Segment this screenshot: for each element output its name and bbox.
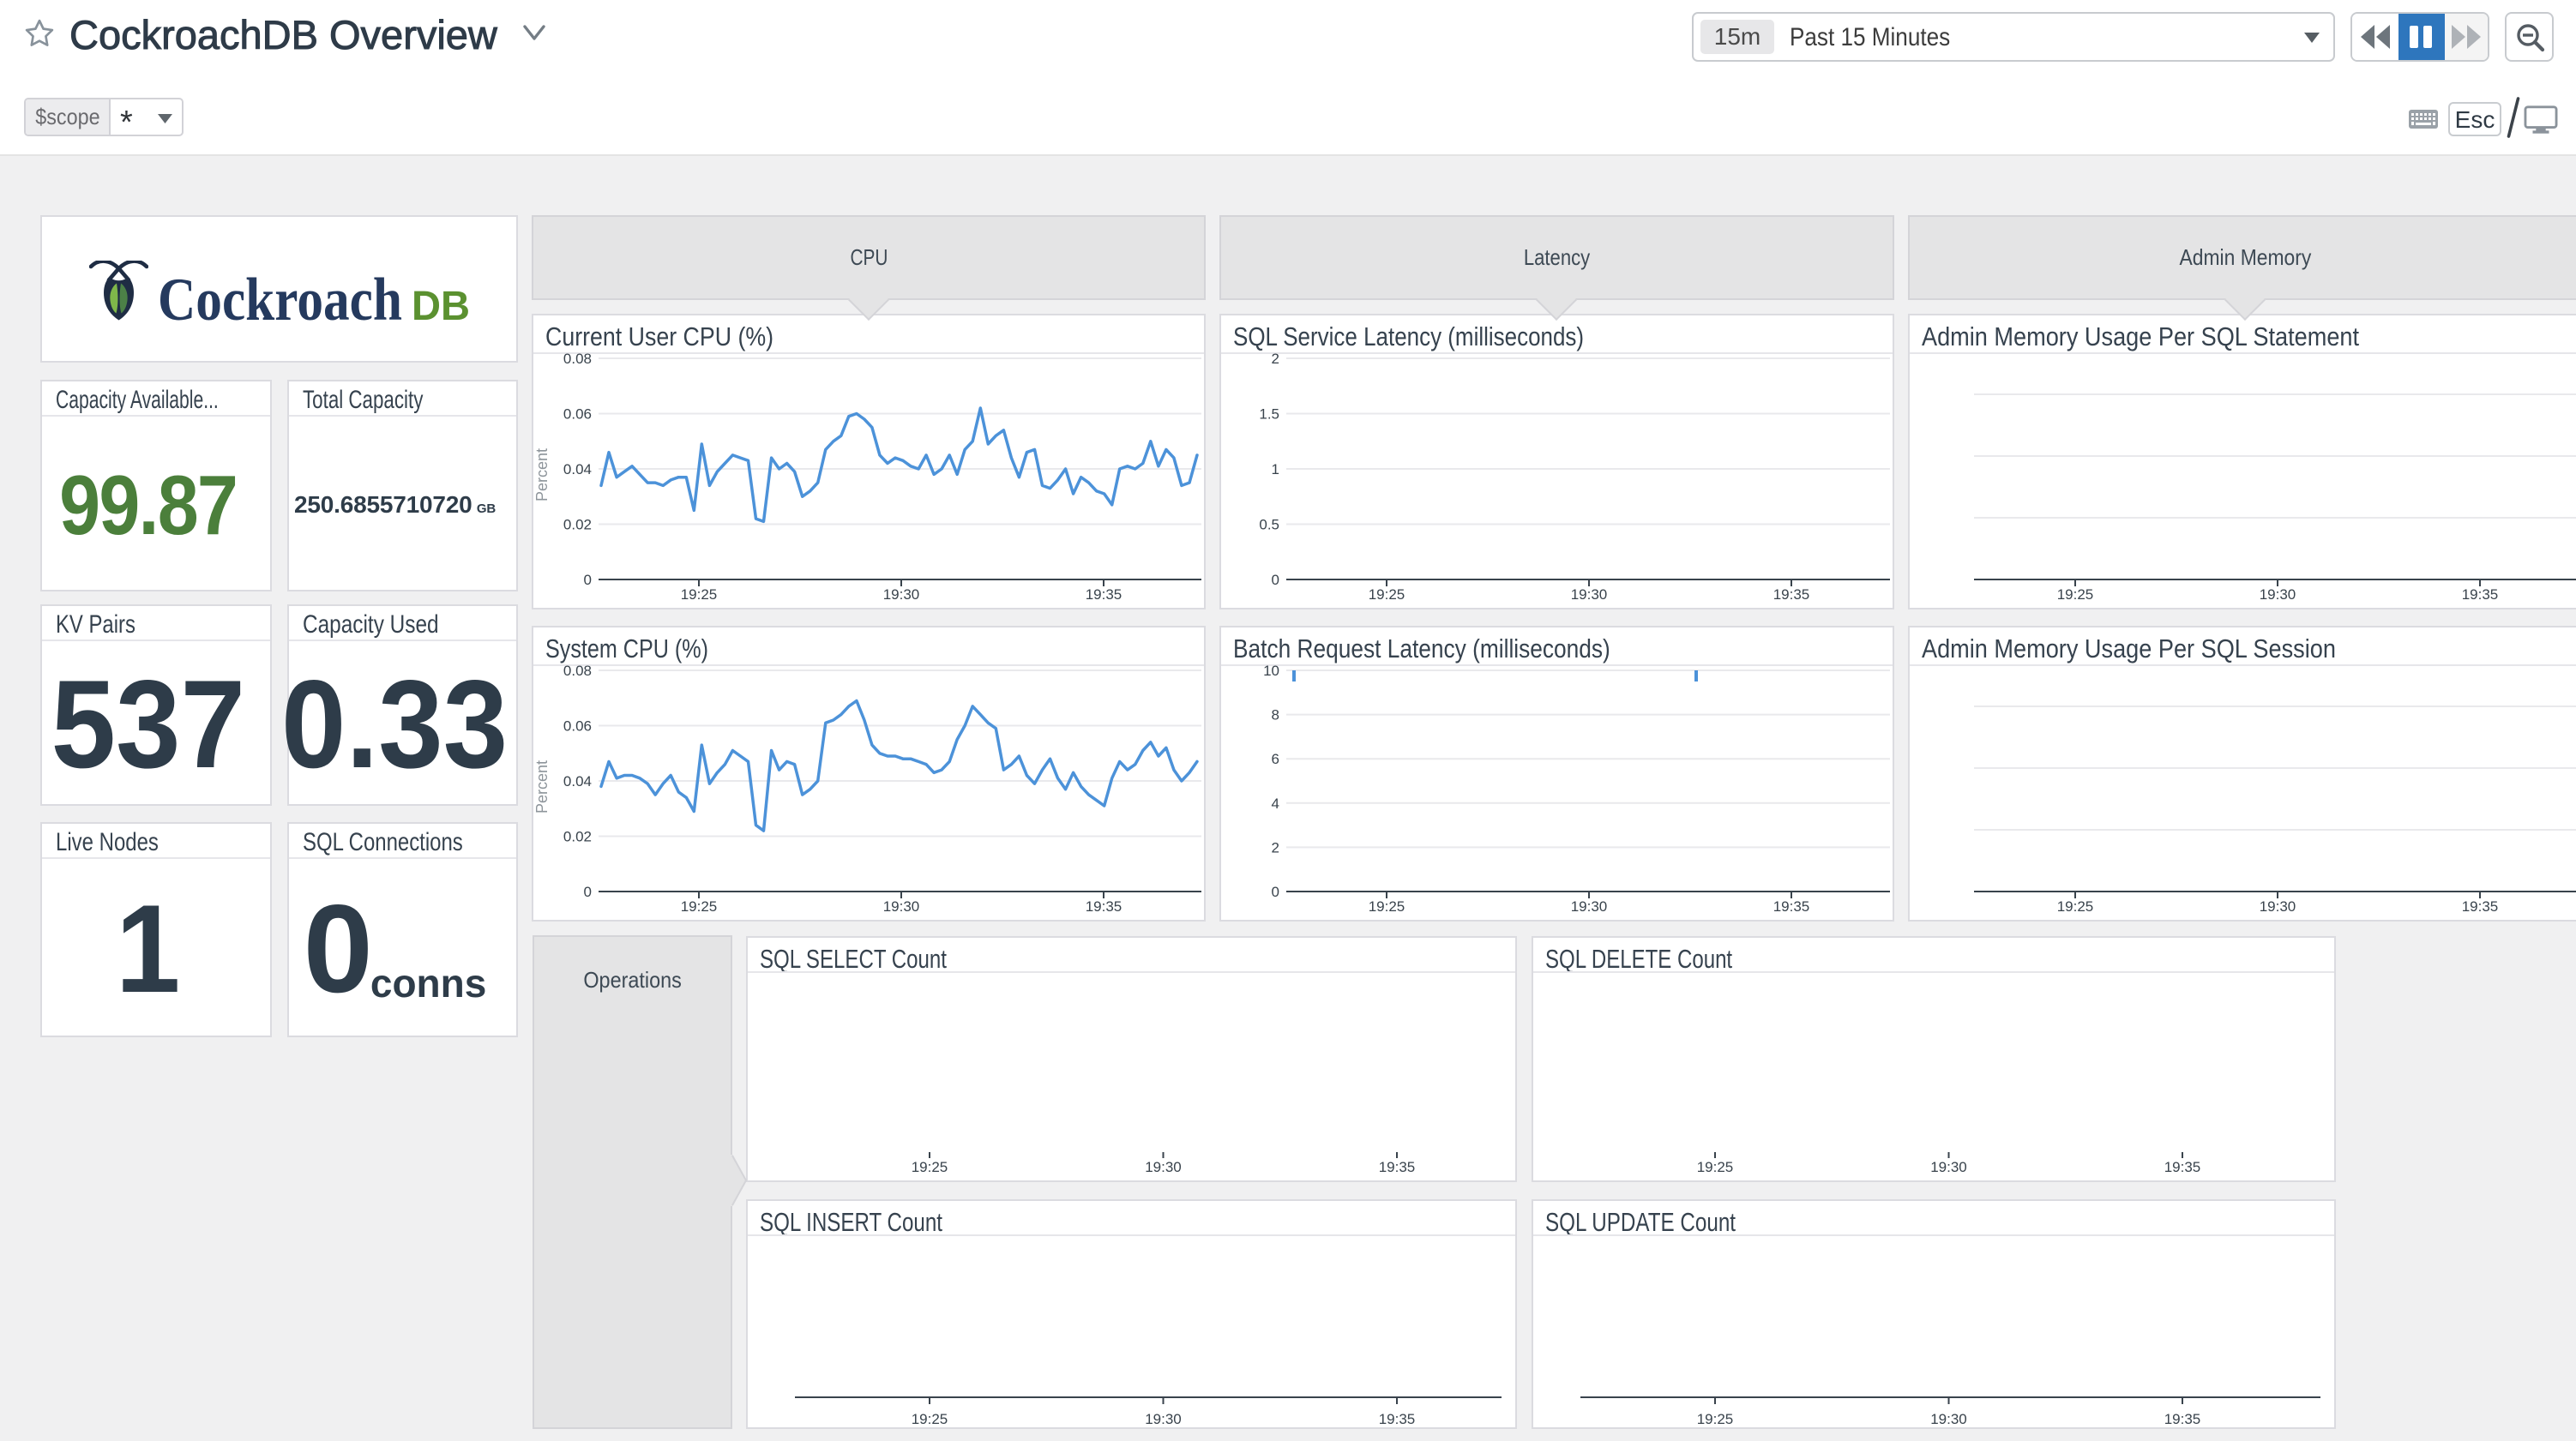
svg-text:19:30: 19:30: [1145, 1411, 1182, 1427]
svg-text:19:35: 19:35: [2462, 898, 2499, 915]
svg-text:19:30: 19:30: [1930, 1411, 1967, 1427]
svg-text:19:25: 19:25: [2057, 898, 2094, 915]
svg-text:19:25: 19:25: [681, 898, 718, 915]
svg-text:19:35: 19:35: [1773, 898, 1810, 915]
svg-text:0.08: 0.08: [563, 663, 592, 679]
svg-text:Cockroach: Cockroach: [158, 267, 402, 333]
svg-text:19:30: 19:30: [1571, 586, 1608, 603]
svg-text:0.06: 0.06: [563, 406, 592, 423]
svg-text:19:35: 19:35: [1379, 1411, 1416, 1427]
svg-text:19:30: 19:30: [2260, 898, 2296, 915]
svg-text:6: 6: [1272, 751, 1279, 767]
svg-text:19:35: 19:35: [1086, 898, 1122, 915]
svg-text:19:30: 19:30: [1145, 1159, 1182, 1175]
svg-text:19:30: 19:30: [1571, 898, 1608, 915]
svg-text:10: 10: [1263, 663, 1279, 679]
svg-text:19:25: 19:25: [1369, 898, 1405, 915]
svg-text:19:35: 19:35: [1086, 586, 1122, 603]
svg-text:19:25: 19:25: [2057, 586, 2094, 603]
svg-text:0.04: 0.04: [563, 461, 592, 477]
svg-text:1: 1: [1272, 461, 1279, 477]
svg-text:19:25: 19:25: [1697, 1411, 1734, 1427]
svg-text:0.02: 0.02: [563, 517, 592, 533]
svg-text:0: 0: [584, 884, 592, 900]
svg-text:4: 4: [1272, 796, 1279, 812]
svg-text:19:30: 19:30: [1930, 1159, 1967, 1175]
svg-text:19:25: 19:25: [1697, 1159, 1734, 1175]
svg-text:19:30: 19:30: [883, 898, 920, 915]
svg-text:DB: DB: [412, 284, 470, 329]
svg-text:19:25: 19:25: [1369, 586, 1405, 603]
svg-text:8: 8: [1272, 707, 1279, 724]
svg-text:19:35: 19:35: [2164, 1159, 2201, 1175]
svg-text:0: 0: [1272, 572, 1279, 588]
svg-text:0.08: 0.08: [563, 351, 592, 367]
svg-text:19:35: 19:35: [2462, 586, 2499, 603]
svg-text:19:25: 19:25: [912, 1411, 948, 1427]
svg-text:0.5: 0.5: [1259, 517, 1279, 533]
svg-text:0: 0: [584, 572, 592, 588]
svg-text:0.04: 0.04: [563, 773, 592, 790]
svg-text:19:35: 19:35: [2164, 1411, 2201, 1427]
svg-text:0: 0: [1272, 884, 1279, 900]
svg-text:19:30: 19:30: [2260, 586, 2296, 603]
svg-text:Percent: Percent: [533, 760, 551, 814]
svg-text:1.5: 1.5: [1259, 406, 1279, 423]
svg-text:0.02: 0.02: [563, 829, 592, 845]
svg-text:2: 2: [1272, 839, 1279, 856]
svg-text:19:35: 19:35: [1379, 1159, 1416, 1175]
svg-text:19:25: 19:25: [912, 1159, 948, 1175]
svg-text:0.06: 0.06: [563, 718, 592, 735]
svg-text:19:25: 19:25: [681, 586, 718, 603]
svg-text:19:30: 19:30: [883, 586, 920, 603]
svg-text:Percent: Percent: [533, 448, 551, 501]
svg-text:2: 2: [1272, 351, 1279, 367]
svg-text:19:35: 19:35: [1773, 586, 1810, 603]
